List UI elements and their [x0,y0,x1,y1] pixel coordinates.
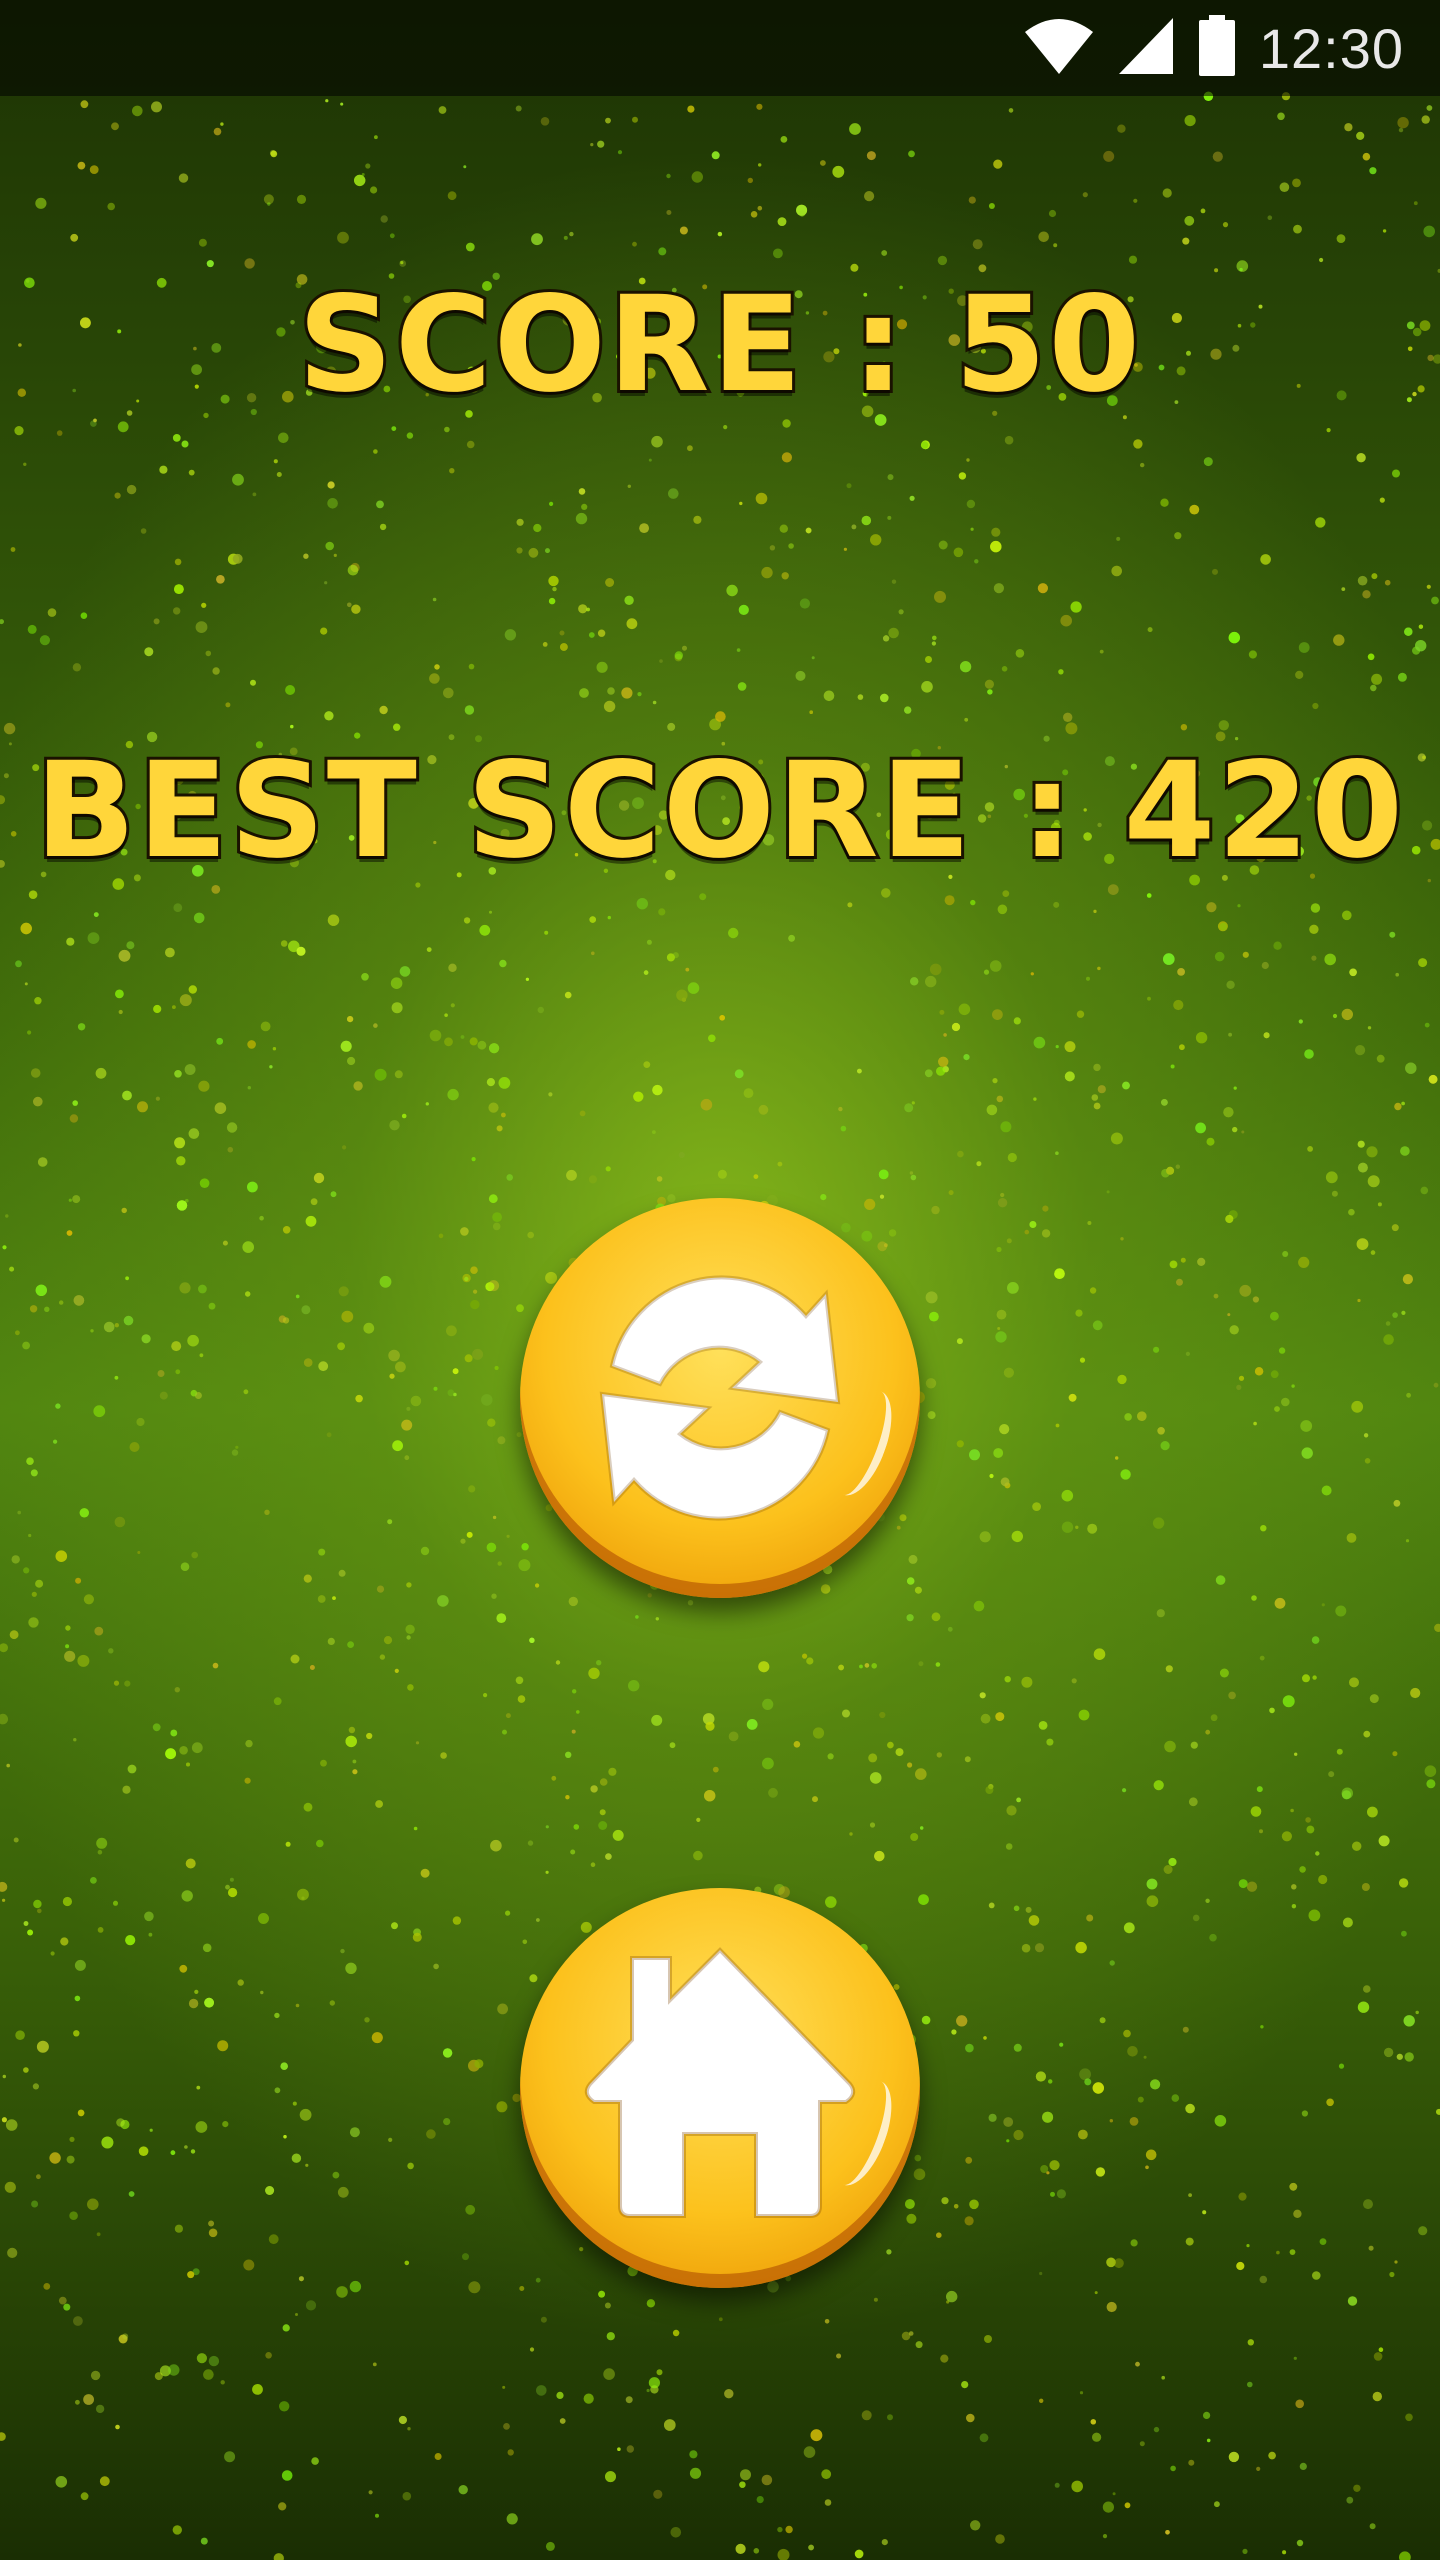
cellular-signal-icon [1117,16,1175,80]
wifi-icon [1023,16,1095,80]
replay-button[interactable] [520,1198,920,1598]
status-bar: 12:30 [0,0,1440,96]
home-icon [584,1947,856,2218]
battery-icon [1197,15,1237,81]
score-label: SCORE : 50 [295,265,1143,425]
best-score-label: BEST SCORE : 420 [32,731,1406,891]
replay-icon [599,1275,841,1521]
status-time: 12:30 [1258,16,1404,80]
home-button[interactable] [520,1888,920,2288]
